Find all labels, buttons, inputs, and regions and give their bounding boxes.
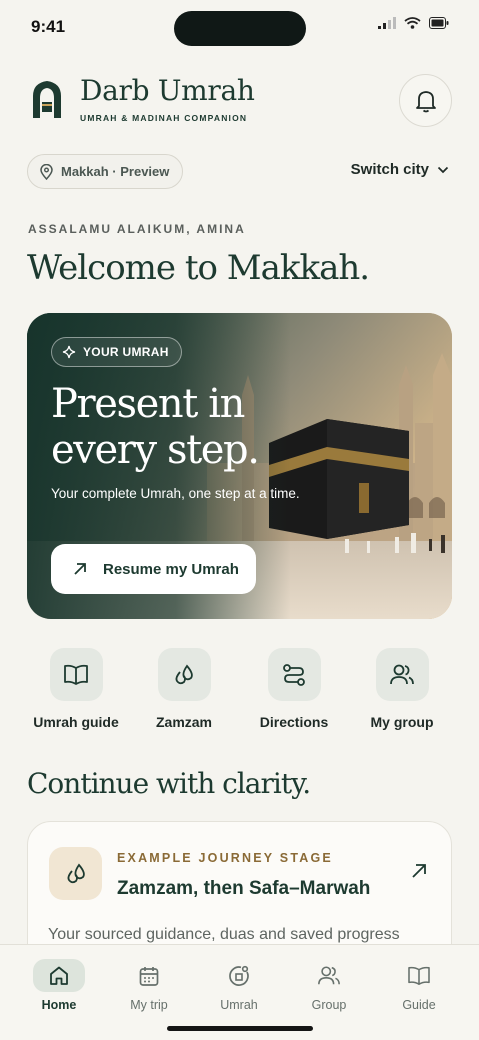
home-indicator xyxy=(167,1026,313,1031)
book-icon xyxy=(408,966,430,985)
tab-my-trip[interactable]: My trip xyxy=(114,959,184,1012)
home-icon xyxy=(50,966,68,985)
quick-action-my-group[interactable]: My group xyxy=(347,648,457,730)
dynamic-island xyxy=(174,11,306,46)
tab-umrah[interactable]: Umrah xyxy=(204,959,274,1012)
resume-label: Resume my Umrah xyxy=(103,560,239,578)
group-icon xyxy=(390,664,414,684)
page-title: Welcome to Makkah. xyxy=(27,248,370,288)
tab-home[interactable]: Home xyxy=(24,959,94,1012)
tab-guide[interactable]: Guide xyxy=(384,959,454,1012)
location-label: Makkah · Preview xyxy=(61,164,170,179)
arrow-up-right-icon xyxy=(74,563,86,575)
brand-subtitle: UMRAH & MADINAH COMPANION xyxy=(80,113,248,123)
status-time: 9:41 xyxy=(31,17,66,36)
switch-city-button[interactable]: Switch city xyxy=(351,161,449,178)
quick-action-label: Umrah guide xyxy=(33,714,119,730)
brand-logo-icon xyxy=(33,81,61,118)
section-title: Continue with clarity. xyxy=(27,767,311,800)
calendar-icon xyxy=(139,966,159,986)
battery-icon xyxy=(429,17,449,29)
chip-label: YOUR UMRAH xyxy=(83,345,169,359)
sparkle-icon xyxy=(62,345,76,359)
route-icon xyxy=(283,663,305,686)
resume-umrah-button[interactable]: Resume my Umrah xyxy=(51,544,256,594)
location-pin-icon xyxy=(40,163,53,180)
brand-title: Darb Umrah xyxy=(80,74,255,107)
journey-overline: EXAMPLE JOURNEY STAGE xyxy=(117,851,333,865)
quick-action-directions[interactable]: Directions xyxy=(239,648,349,730)
quick-action-label: My group xyxy=(370,714,434,730)
quick-action-label: Directions xyxy=(259,714,329,730)
bell-icon xyxy=(415,90,436,112)
tab-label: Home xyxy=(41,998,77,1012)
journey-title: Zamzam, then Safa–Marwah xyxy=(117,878,371,899)
status-bar: 9:41 xyxy=(0,0,479,54)
tab-label: Guide xyxy=(402,998,436,1012)
water-drops-icon xyxy=(175,664,193,684)
tab-label: My trip xyxy=(130,998,168,1012)
tab-label: Group xyxy=(311,998,347,1012)
quick-action-label: Zamzam xyxy=(155,714,213,730)
quick-action-zamzam[interactable]: Zamzam xyxy=(129,648,239,730)
tab-group[interactable]: Group xyxy=(294,959,364,1012)
circle-path-icon xyxy=(229,965,249,986)
chevron-down-icon xyxy=(437,166,449,173)
status-icons xyxy=(378,17,449,29)
greeting: ASSALAMU ALAIKUM, AMINA xyxy=(28,222,246,236)
hero-subtitle: Your complete Umrah, one step at a time. xyxy=(51,486,300,501)
hero-title: Present in every step. xyxy=(51,381,260,473)
hero-card: YOUR UMRAH Present in every step. Your c… xyxy=(27,313,452,619)
group-icon xyxy=(318,965,340,984)
water-drops-icon xyxy=(67,863,85,883)
location-pill[interactable]: Makkah · Preview xyxy=(27,154,184,189)
switch-city-label: Switch city xyxy=(350,161,429,178)
book-icon xyxy=(64,664,88,685)
wifi-icon xyxy=(404,17,421,29)
notifications-button[interactable] xyxy=(399,74,452,127)
signal-icon xyxy=(378,17,396,29)
tab-label: Umrah xyxy=(220,998,258,1012)
your-umrah-chip: YOUR UMRAH xyxy=(51,337,182,367)
journey-description: Your sourced guidance, duas and saved pr… xyxy=(48,926,400,943)
arrow-up-right-icon[interactable] xyxy=(411,863,427,879)
quick-action-umrah-guide[interactable]: Umrah guide xyxy=(21,648,131,730)
